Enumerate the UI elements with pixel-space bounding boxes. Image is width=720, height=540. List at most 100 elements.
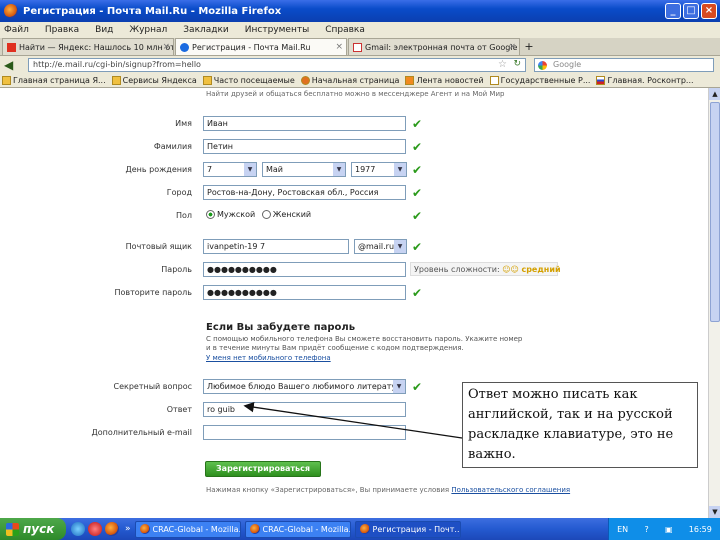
minimize-button[interactable]: _ — [665, 3, 681, 19]
search-field[interactable]: Google — [534, 58, 714, 72]
scrollbar-thumb[interactable] — [710, 102, 720, 322]
vertical-scrollbar[interactable]: ▲ ▼ — [708, 88, 720, 518]
quick-launch-more-icon[interactable]: » — [125, 524, 131, 534]
password-repeat-field[interactable]: ●●●●●●●●●● — [203, 285, 406, 300]
email-label: Почтовый ящик — [125, 242, 192, 251]
no-phone-link[interactable]: У меня нет мобильного телефона — [206, 354, 526, 363]
maximize-button[interactable]: □ — [683, 3, 699, 19]
check-icon: ✔ — [412, 380, 423, 394]
register-button[interactable]: Зарегистрироваться — [205, 461, 321, 477]
dropdown-arrow-icon: ▼ — [393, 380, 405, 393]
firefox-icon — [4, 4, 18, 18]
birth-day-select[interactable]: 7 ▼ — [203, 162, 257, 177]
menu-edit[interactable]: Правка — [45, 25, 79, 35]
forgot-password-info: С помощью мобильного телефона Вы сможете… — [206, 335, 526, 363]
back-arrow-icon[interactable]: ◀ — [4, 58, 13, 72]
password-field[interactable]: ●●●●●●●●●● — [203, 262, 406, 277]
scroll-up-icon[interactable]: ▲ — [709, 88, 720, 100]
bookmark-item[interactable]: Главная страница Я... — [2, 76, 106, 85]
birth-month-select[interactable]: Май ▼ — [262, 162, 346, 177]
answer-field[interactable]: ro guib — [203, 402, 406, 417]
windows-flag-icon — [6, 522, 19, 536]
bookmark-item[interactable]: Часто посещаемые — [202, 76, 295, 85]
extra-email-field[interactable] — [203, 425, 406, 440]
check-icon: ✔ — [412, 117, 423, 131]
tab-label: Найти — Яндекс: Нашлось 10 млн ответ... — [19, 42, 174, 52]
folder-icon — [202, 76, 212, 85]
tab-gmail[interactable]: Gmail: электронная почта от Google × — [348, 38, 520, 55]
clock: 16:59 — [688, 524, 712, 534]
language-indicator[interactable]: EN — [617, 525, 628, 534]
bookmark-item[interactable]: Лента новостей — [405, 76, 484, 85]
taskbar-item[interactable]: Регистрация - Почт... — [354, 520, 461, 538]
scroll-down-icon[interactable]: ▼ — [709, 506, 720, 518]
tab-bar: Найти — Яндекс: Нашлось 10 млн ответ... … — [0, 38, 720, 56]
menu-tools[interactable]: Инструменты — [245, 25, 309, 35]
password-repeat-label: Повторите пароль — [114, 288, 192, 297]
close-button[interactable]: × — [701, 3, 717, 19]
quick-launch — [71, 522, 119, 536]
star-icon[interactable]: ☆ — [498, 59, 507, 70]
firefox-icon[interactable] — [105, 522, 119, 536]
gender-male-radio[interactable] — [206, 210, 215, 219]
birthday-label: День рождения — [125, 165, 192, 174]
secret-question-select[interactable]: Любимое блюдо Вашего любимого литературн… — [203, 379, 406, 394]
reload-icon[interactable]: ↻ — [513, 59, 521, 69]
password-strength: Уровень сложности: ☺☺ средний — [410, 262, 561, 276]
bookmark-icon — [2, 76, 11, 85]
taskbar-item[interactable]: CRAC-Global - Mozilla... — [244, 520, 351, 538]
bookmark-item[interactable]: Начальная страница — [300, 76, 399, 85]
row-city: Город Ростов-на-Дону, Ростовская обл., Р… — [0, 184, 708, 202]
bookmark-item[interactable]: Сервисы Яндекса — [111, 76, 197, 85]
bookmark-item[interactable]: Главная. Росконтр... — [596, 76, 694, 85]
name-label: Имя — [175, 119, 192, 128]
dropdown-arrow-icon: ▼ — [333, 163, 345, 176]
help-icon[interactable]: ? — [644, 525, 648, 534]
callout-note: Ответ можно писать как английской, так и… — [462, 382, 698, 468]
menu-file[interactable]: Файл — [4, 25, 29, 35]
dropdown-arrow-icon: ▼ — [394, 240, 406, 253]
gender-female-radio[interactable] — [261, 210, 271, 219]
birth-year-select[interactable]: 1977 ▼ — [351, 162, 407, 177]
menu-bookmarks[interactable]: Закладки — [183, 25, 229, 35]
network-icon[interactable]: ▣ — [665, 525, 673, 534]
bookmark-item[interactable]: Государственные Р... — [489, 76, 590, 85]
taskbar-item[interactable]: CRAC-Global - Mozilla... — [134, 520, 241, 538]
tab-yandex[interactable]: Найти — Яндекс: Нашлось 10 млн ответ... … — [2, 38, 174, 55]
yandex-icon — [7, 42, 16, 52]
url-field[interactable]: http://e.mail.ru/cgi-bin/signup?from=hel… — [28, 58, 526, 72]
check-icon: ✔ — [412, 140, 423, 154]
menu-history[interactable]: Журнал — [129, 25, 167, 35]
firefox-icon — [249, 524, 260, 534]
name-field[interactable]: Иван — [203, 116, 406, 131]
check-icon: ✔ — [412, 286, 423, 300]
city-field[interactable]: Ростов-на-Дону, Ростовская обл., Россия — [203, 185, 406, 200]
question-label: Секретный вопрос — [113, 382, 193, 391]
tab-close-icon[interactable]: × — [335, 42, 343, 52]
surname-field[interactable]: Петин — [203, 139, 406, 154]
start-button[interactable]: пуск — [0, 518, 66, 540]
answer-label: Ответ — [166, 405, 192, 414]
email-field[interactable]: ivanpetin-19 7 — [203, 239, 349, 254]
browser-icon[interactable] — [71, 522, 85, 536]
dropdown-arrow-icon: ▼ — [394, 163, 406, 176]
check-icon: ✔ — [412, 240, 423, 254]
row-gender: Пол Мужской Женский ✔ — [0, 207, 708, 225]
email-domain-select[interactable]: @mail.ru ▼ — [354, 239, 407, 254]
dropdown-arrow-icon: ▼ — [244, 163, 256, 176]
tab-close-icon[interactable]: × — [508, 42, 516, 52]
url-text: http://e.mail.ru/cgi-bin/signup?from=hel… — [33, 60, 201, 69]
rss-icon — [405, 76, 415, 85]
tab-mailru[interactable]: Регистрация - Почта Mail.Ru × — [175, 38, 347, 55]
firefox-icon — [139, 524, 150, 534]
gmail-icon — [353, 42, 362, 52]
window-controls: _ □ × — [665, 3, 717, 19]
menu-help[interactable]: Справка — [325, 25, 365, 35]
menu-view[interactable]: Вид — [95, 25, 113, 35]
password-label: Пароль — [161, 265, 192, 274]
new-tab-button[interactable]: + — [521, 40, 537, 53]
opera-icon[interactable] — [88, 522, 102, 536]
tab-close-icon[interactable]: × — [162, 42, 170, 52]
terms-link[interactable]: Пользовательского соглашения — [451, 486, 570, 494]
gender-options: Мужской Женский — [206, 210, 311, 219]
